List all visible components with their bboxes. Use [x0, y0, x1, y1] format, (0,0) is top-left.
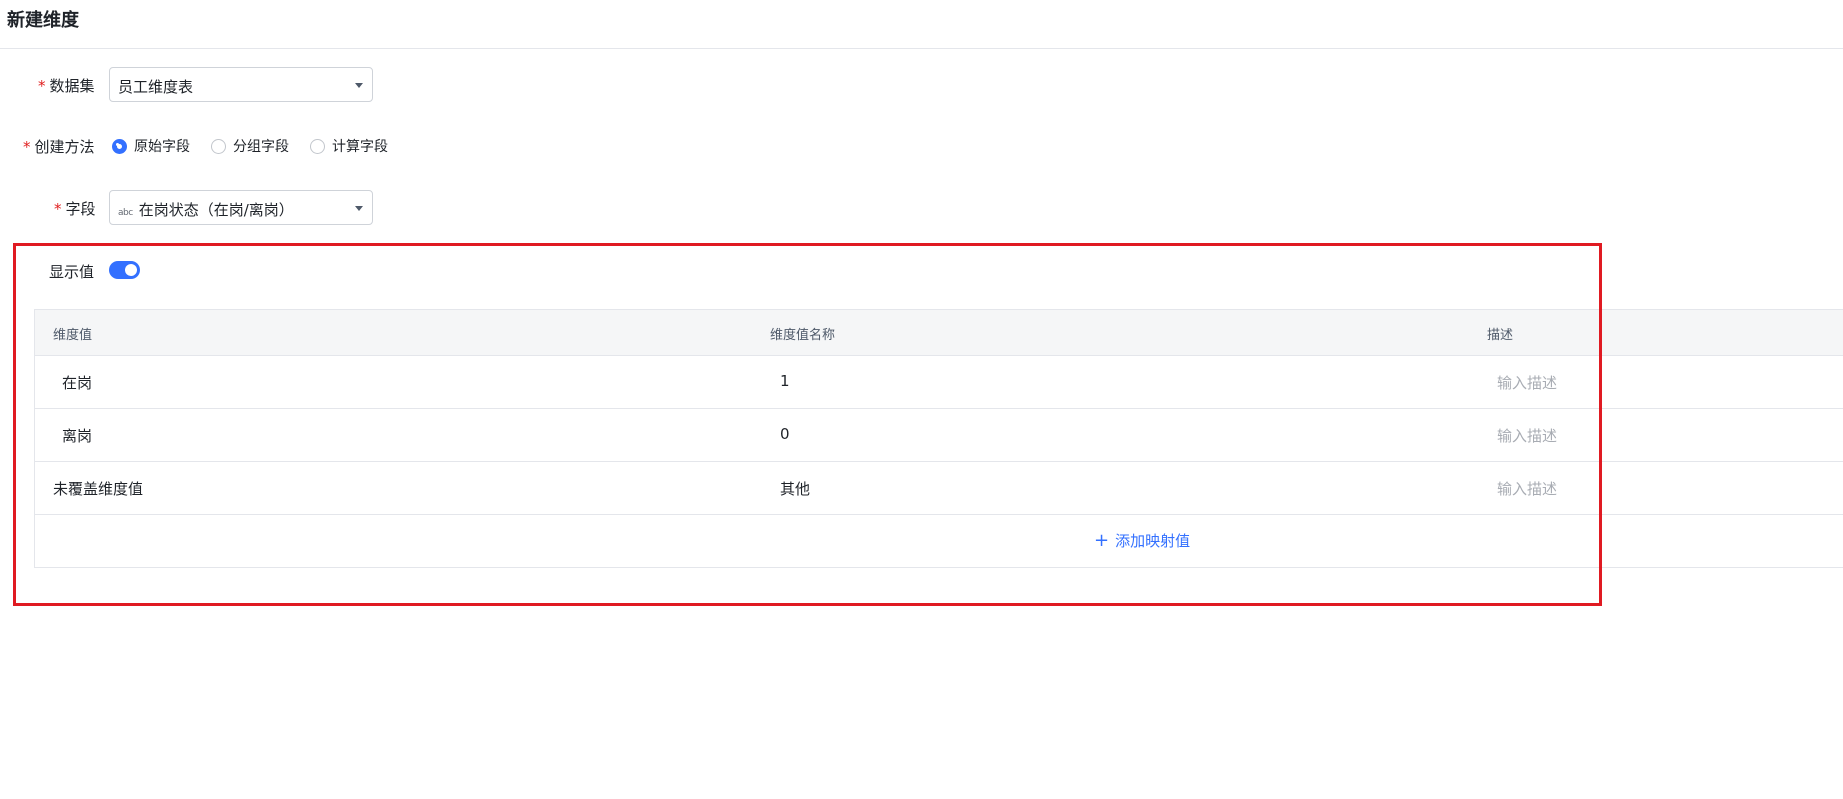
- radio-unchecked-icon: [310, 138, 325, 154]
- description-input[interactable]: 输入描述: [1497, 478, 1557, 499]
- radio-original-field[interactable]: 原始字段: [112, 136, 190, 156]
- table-header: 维度值 维度值名称 描述: [35, 310, 1843, 356]
- column-header-name: 维度值名称: [770, 328, 836, 343]
- dataset-label-text: 数据集: [49, 77, 95, 95]
- dataset-label: * 数据集: [38, 75, 95, 96]
- table-row: 在岗 1 输入描述: [35, 356, 1843, 409]
- toggle-knob: [125, 264, 137, 276]
- add-row-area: + 添加映射值: [35, 515, 1843, 568]
- column-header-description: 描述: [1487, 328, 1514, 343]
- text-type-icon: abc: [118, 208, 133, 218]
- chevron-down-icon: [355, 83, 363, 88]
- table-row: 离岗 0 输入描述: [35, 409, 1843, 462]
- radio-label: 计算字段: [332, 139, 388, 155]
- display-value-toggle[interactable]: [109, 261, 140, 279]
- dimension-value-cell: 未覆盖维度值: [53, 480, 144, 498]
- page-header: 新建维度: [0, 0, 1843, 49]
- add-mapping-button[interactable]: + 添加映射值: [1094, 530, 1190, 551]
- plus-icon: +: [1094, 529, 1110, 551]
- dataset-select-value: 员工维度表: [118, 78, 194, 96]
- field-label-text: 字段: [65, 200, 96, 218]
- page-title: 新建维度: [7, 10, 79, 31]
- radio-label: 原始字段: [134, 139, 190, 155]
- dimension-value-cell: 在岗: [62, 374, 93, 392]
- method-label: * 创建方法: [23, 136, 95, 157]
- field-select-value-wrap: abc 在岗状态（在岗/离岗）: [118, 199, 294, 220]
- radio-group-field[interactable]: 分组字段: [211, 136, 289, 156]
- radio-calculated-field[interactable]: 计算字段: [310, 136, 388, 156]
- radio-unchecked-icon: [211, 138, 226, 154]
- field-label: * 字段: [54, 198, 96, 219]
- description-input[interactable]: 输入描述: [1497, 425, 1557, 446]
- field-select-value: 在岗状态（在岗/离岗）: [138, 201, 294, 219]
- chevron-down-icon: [355, 206, 363, 211]
- radio-label: 分组字段: [233, 139, 289, 155]
- dataset-select[interactable]: 员工维度表: [109, 67, 373, 102]
- method-radio-group: 原始字段 分组字段 计算字段: [112, 136, 409, 156]
- required-mark: *: [38, 77, 46, 95]
- dimension-value-cell: 离岗: [62, 427, 93, 445]
- dimension-name-input[interactable]: 0: [780, 425, 790, 443]
- mapping-table: 维度值 维度值名称 描述 在岗 1 输入描述 离岗 0 输入描述 未覆盖维度值 …: [34, 309, 1843, 568]
- required-mark: *: [54, 200, 62, 218]
- column-header-value: 维度值: [53, 328, 93, 343]
- radio-checked-icon: [112, 138, 127, 154]
- dimension-name-input[interactable]: 1: [780, 372, 790, 390]
- required-mark: *: [23, 138, 31, 156]
- field-select[interactable]: abc 在岗状态（在岗/离岗）: [109, 190, 373, 225]
- table-row: 未覆盖维度值 其他 输入描述: [35, 462, 1843, 515]
- dimension-name-input[interactable]: 其他: [780, 478, 810, 499]
- description-input[interactable]: 输入描述: [1497, 372, 1557, 393]
- method-label-text: 创建方法: [34, 138, 95, 156]
- add-mapping-label: 添加映射值: [1115, 532, 1191, 550]
- display-value-label: 显示值: [49, 263, 95, 281]
